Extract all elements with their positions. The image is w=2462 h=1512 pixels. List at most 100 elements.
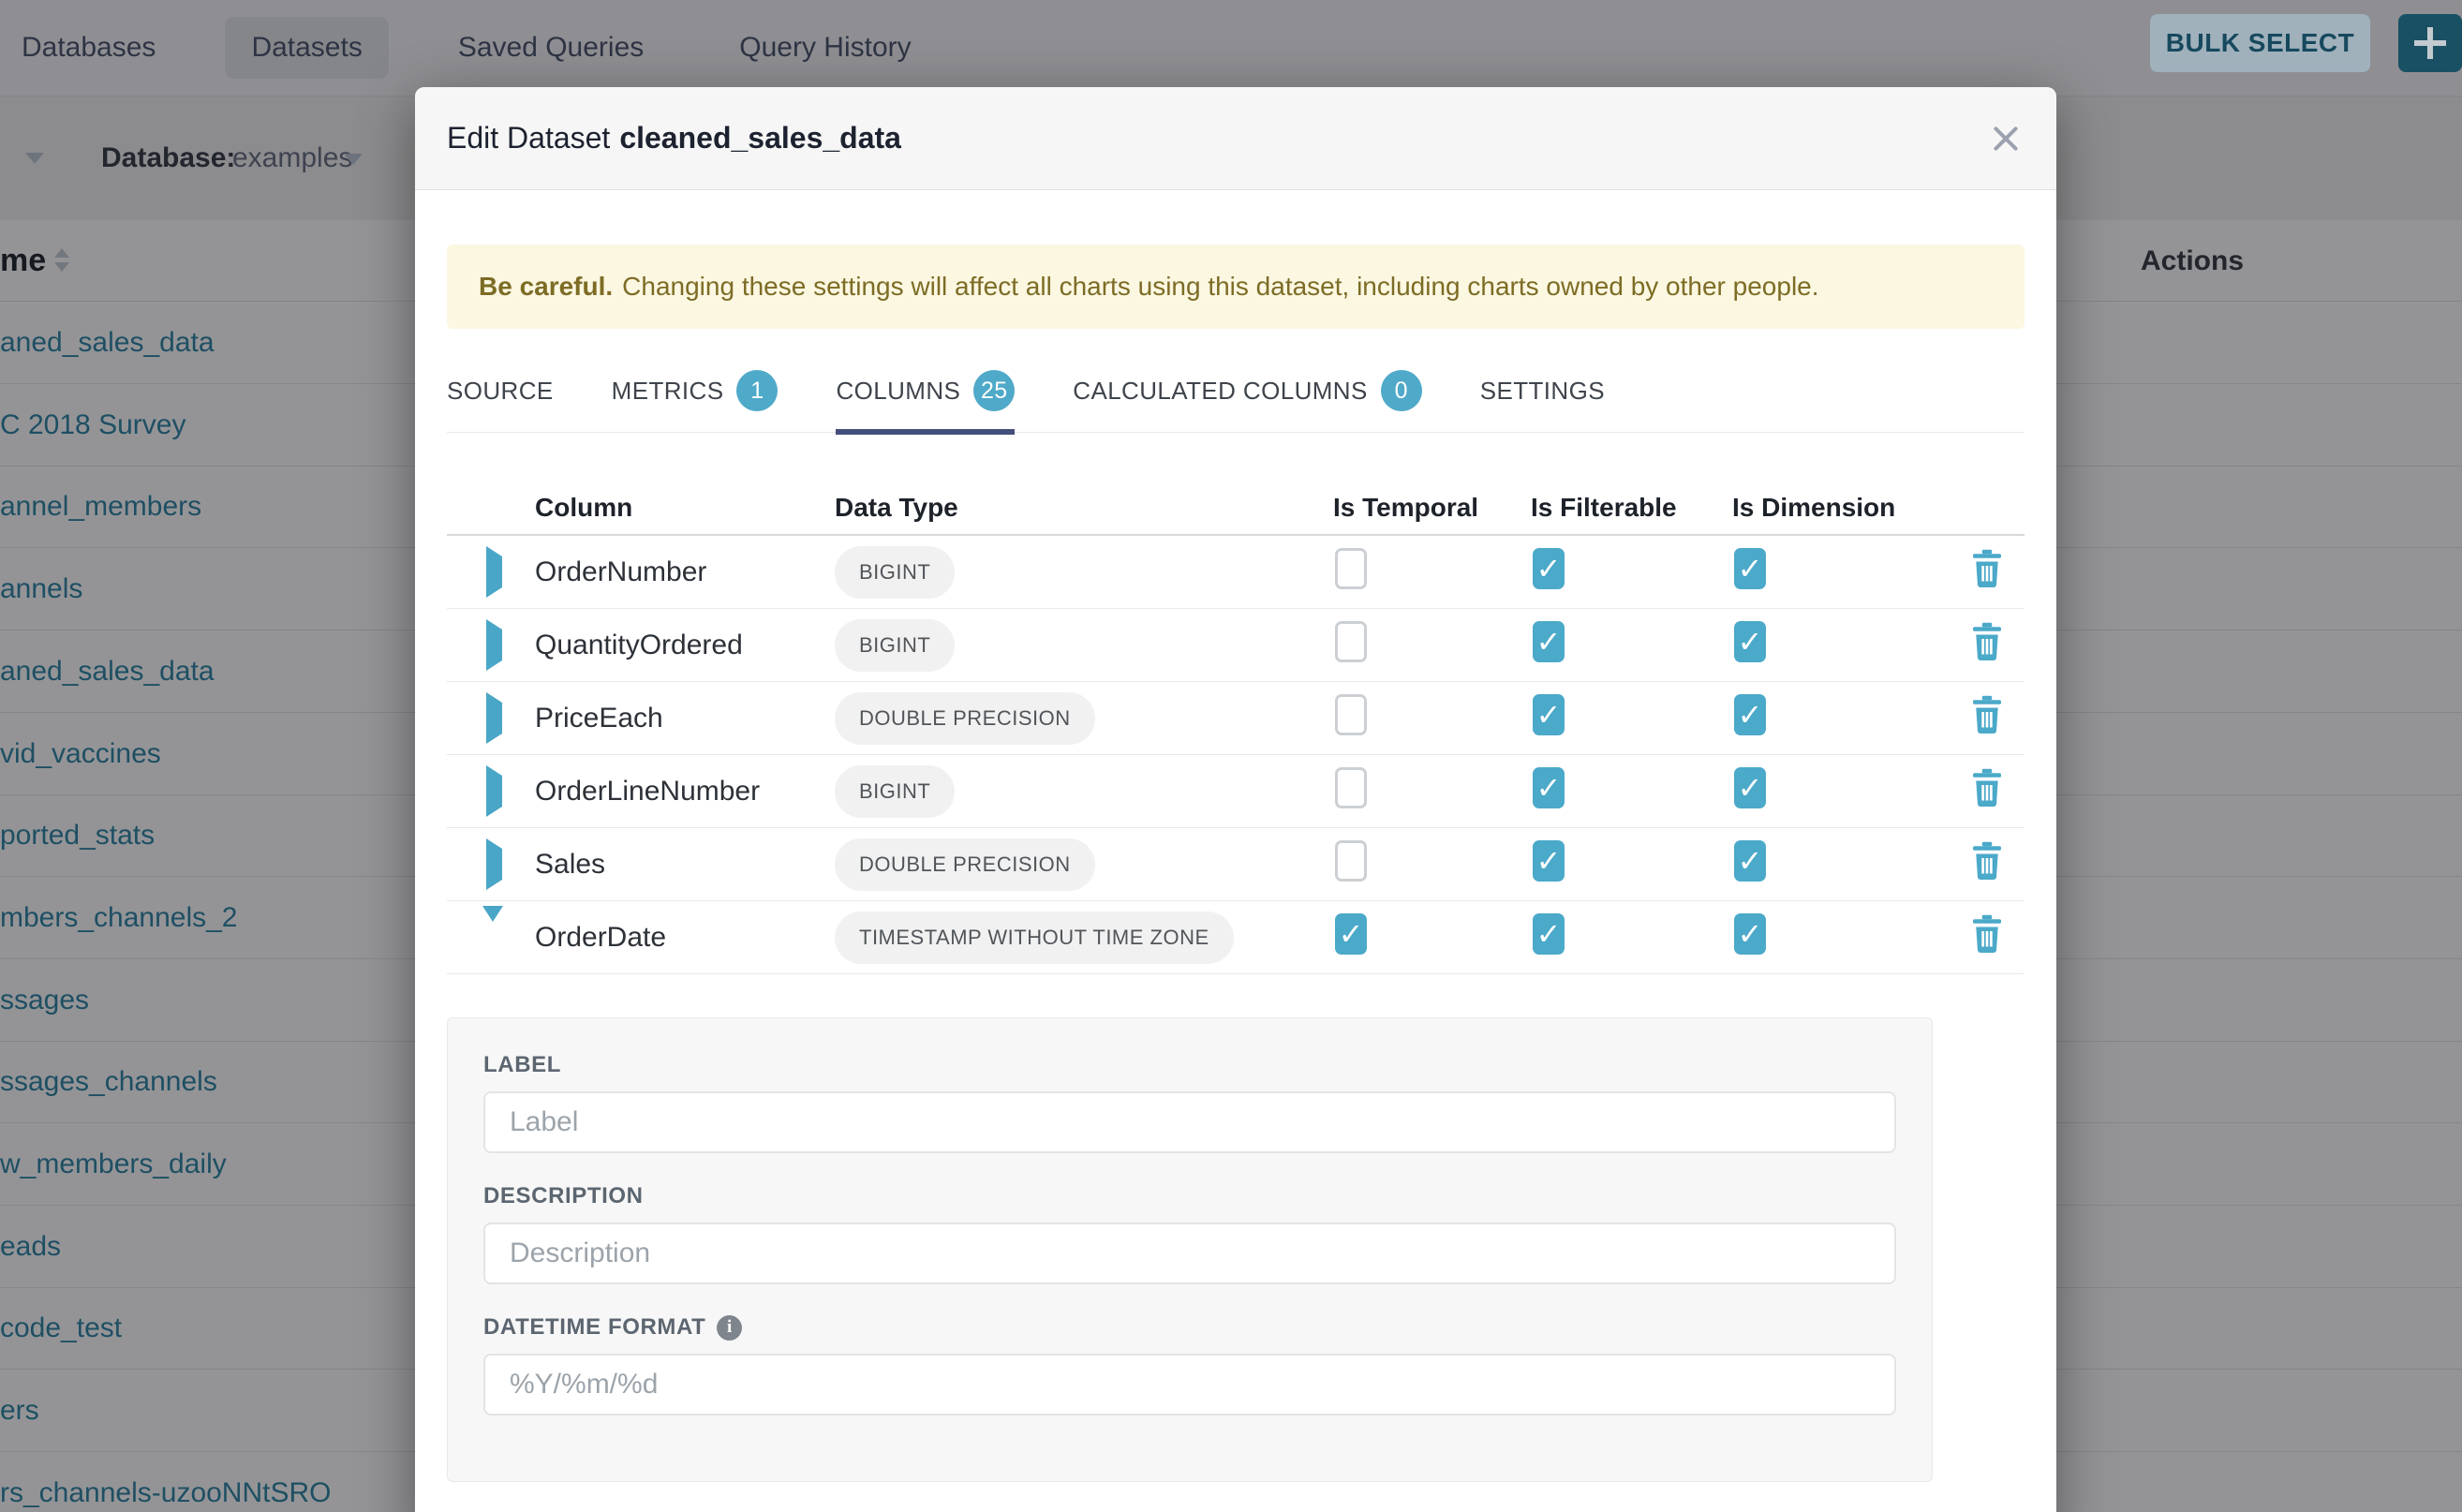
trash-icon[interactable] [1970,841,2004,881]
expand-caret-icon[interactable] [486,765,502,817]
database-filter-value[interactable]: examples [232,142,352,174]
nav-item-saved-queries[interactable]: Saved Queries [432,17,670,79]
is-dimension-checkbox[interactable] [1734,913,1766,955]
trash-icon[interactable] [1970,622,2004,661]
is-dimension-checkbox[interactable] [1734,621,1766,662]
dataset-link[interactable]: aned_sales_data [0,302,215,384]
is-temporal-checkbox[interactable] [1335,694,1367,735]
is-dimension-checkbox[interactable] [1734,840,1766,882]
datetime-format-field-label: DATETIME FORMAT i [483,1314,1896,1341]
is-temporal-checkbox[interactable] [1335,913,1367,955]
trash-icon[interactable] [1970,695,2004,734]
is-temporal-header: Is Temporal [1333,493,1531,523]
is-filterable-checkbox[interactable] [1533,548,1565,589]
dataset-link[interactable]: eads [0,1206,61,1288]
is-dimension-checkbox[interactable] [1734,767,1766,808]
modal-title-dataset: cleaned_sales_data [619,121,901,155]
tab-metrics[interactable]: METRICS 1 [612,370,779,432]
dataset-link[interactable]: annel_members [0,466,201,548]
is-temporal-checkbox[interactable] [1335,621,1367,662]
dataset-link[interactable]: C 2018 Survey [0,384,185,467]
is-filterable-checkbox[interactable] [1533,767,1565,808]
plus-icon[interactable] [2398,14,2462,72]
tab-calculated-columns[interactable]: CALCULATED COLUMNS 0 [1073,370,1421,432]
is-temporal-checkbox[interactable] [1335,840,1367,882]
columns-table-header: Column Data Type Is Temporal Is Filterab… [447,482,2024,536]
tab-count-badge: 1 [736,370,778,411]
expand-caret-icon[interactable] [486,838,502,890]
nav-item-query-history[interactable]: Query History [713,17,937,79]
chevron-down-icon[interactable] [344,154,363,165]
expand-caret-icon[interactable] [486,692,502,744]
expand-caret-icon[interactable] [486,619,502,671]
modal-tabs: SOURCE METRICS 1 COLUMNS 25 CALCULATED C… [447,370,2024,433]
modal-header: Edit Dataset cleaned_sales_data [415,87,2056,190]
trash-icon[interactable] [1970,549,2004,588]
tab-count-badge: 25 [973,370,1015,411]
warning-banner-text: Changing these settings will affect all … [622,272,1818,302]
trash-icon[interactable] [1970,768,2004,808]
columns-table: Column Data Type Is Temporal Is Filterab… [447,482,2024,974]
is-filterable-checkbox[interactable] [1533,694,1565,735]
modal-title: Edit Dataset cleaned_sales_data [447,121,901,156]
label-field-label: LABEL [483,1052,1896,1078]
column-name: PriceEach [535,703,835,734]
info-icon[interactable]: i [717,1315,742,1341]
name-column-header[interactable]: me [0,220,46,302]
datetime-format-input[interactable] [483,1354,1896,1416]
warning-banner: Be careful. Changing these settings will… [447,245,2024,329]
dataset-link[interactable]: ers [0,1370,39,1452]
column-row: OrderDate TIMESTAMP WITHOUT TIME ZONE [447,901,2024,974]
database-filter-label: Database: [101,142,235,174]
tab-label: CALCULATED COLUMNS [1073,377,1367,406]
close-icon[interactable] [1987,120,2024,157]
data-type-pill: BIGINT [835,619,955,672]
tab-columns[interactable]: COLUMNS 25 [836,370,1015,432]
column-row: OrderNumber BIGINT [447,536,2024,609]
tab-settings[interactable]: SETTINGS [1480,370,1605,432]
modal-title-prefix: Edit Dataset [447,121,610,155]
sort-icon[interactable] [54,248,69,272]
modal-body: Be careful. Changing these settings will… [415,190,2056,1482]
dataset-link[interactable]: rs_channels-uzooNNtSRO [0,1452,331,1512]
column-name: OrderDate [535,922,835,954]
dataset-link[interactable]: vid_vaccines [0,713,161,795]
column-row: Sales DOUBLE PRECISION [447,828,2024,901]
tab-label: SOURCE [447,377,554,406]
chevron-down-icon[interactable] [25,153,44,164]
dataset-link[interactable]: aned_sales_data [0,630,215,713]
is-dimension-checkbox[interactable] [1734,694,1766,735]
tab-label: SETTINGS [1480,377,1605,406]
dataset-link[interactable]: w_members_daily [0,1123,227,1206]
column-name: OrderLineNumber [535,776,835,808]
trash-icon[interactable] [1970,914,2004,954]
description-input[interactable] [483,1223,1896,1284]
tab-source[interactable]: SOURCE [447,370,554,432]
column-detail-panel: LABEL DESCRIPTION DATETIME FORMAT i [447,1017,1933,1482]
nav-item-databases[interactable]: Databases [0,17,182,79]
label-input[interactable] [483,1091,1896,1153]
nav-item-datasets[interactable]: Datasets [225,17,388,79]
is-temporal-checkbox[interactable] [1335,548,1367,589]
tab-count-badge: 0 [1381,370,1422,411]
data-type-pill: BIGINT [835,765,955,818]
is-filterable-checkbox[interactable] [1533,621,1565,662]
dataset-link[interactable]: annels [0,548,82,630]
bulk-select-button[interactable]: BULK SELECT [2150,14,2370,72]
collapse-caret-icon[interactable] [482,906,503,953]
column-row: QuantityOrdered BIGINT [447,609,2024,682]
is-filterable-checkbox[interactable] [1533,913,1565,955]
dataset-link[interactable]: code_test [0,1287,122,1370]
data-type-pill: BIGINT [835,546,955,599]
dataset-link[interactable]: ssages [0,959,89,1042]
is-filterable-checkbox[interactable] [1533,840,1565,882]
is-dimension-checkbox[interactable] [1734,548,1766,589]
is-temporal-checkbox[interactable] [1335,767,1367,808]
dataset-link[interactable]: mbers_channels_2 [0,877,238,959]
dataset-link[interactable]: ssages_channels [0,1041,217,1123]
expand-caret-icon[interactable] [486,546,502,598]
tab-label: METRICS [612,377,724,406]
dataset-link[interactable]: ported_stats [0,794,155,877]
is-dimension-header: Is Dimension [1732,493,1948,523]
data-type-pill: DOUBLE PRECISION [835,838,1095,891]
